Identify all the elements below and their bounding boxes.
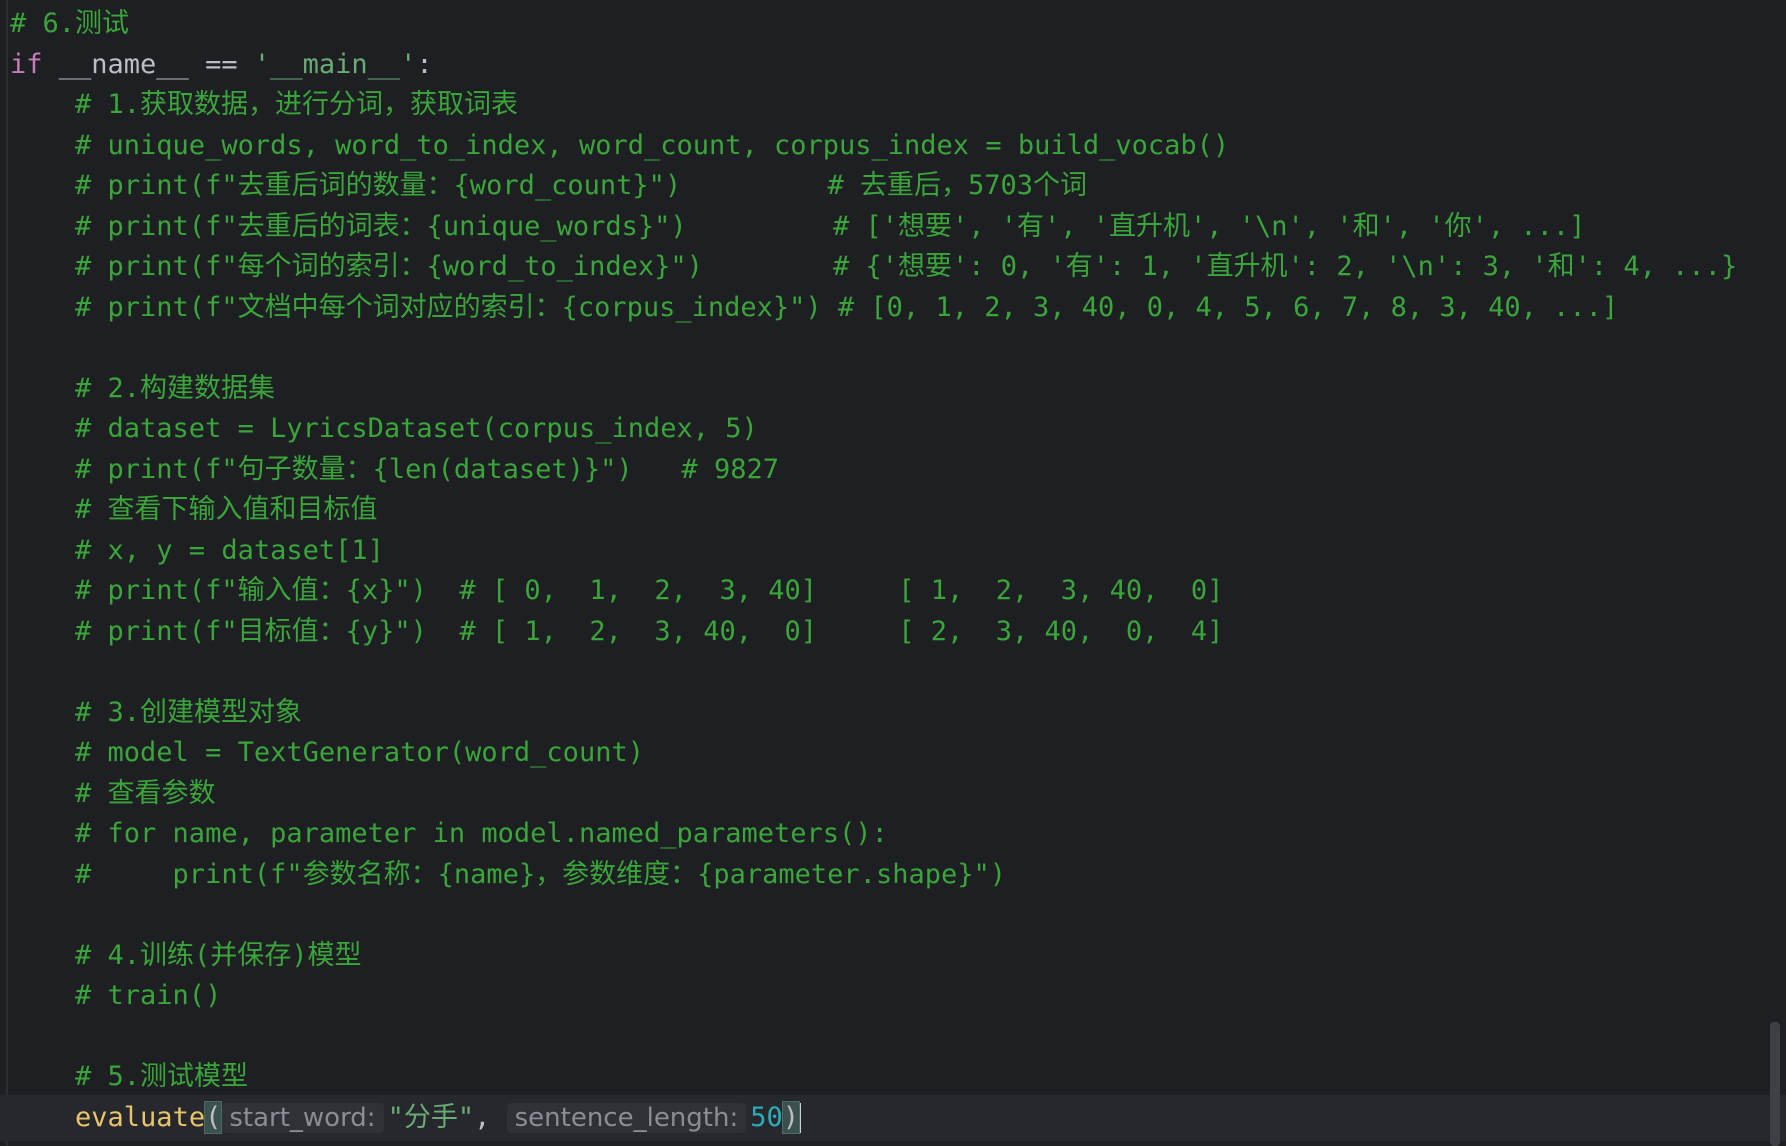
comment-text: # print(f"目标值：{y}") # [ 1, 2, 3, 40, 0] … bbox=[10, 615, 1224, 647]
code-line[interactable]: # unique_words, word_to_index, word_coun… bbox=[10, 126, 1229, 166]
comment-text: # print(f"去重后的词表：{unique_words}") # ['想要… bbox=[10, 210, 1586, 242]
comment-text: # 2.构建数据集 bbox=[10, 372, 276, 404]
code-line[interactable]: # 1.获取数据，进行分词，获取词表 bbox=[10, 85, 518, 125]
code-line[interactable]: # 查看参数 bbox=[10, 774, 216, 814]
code-line[interactable]: # dataset = LyricsDataset(corpus_index, … bbox=[10, 409, 758, 449]
param-hint-start-word: start_word: bbox=[221, 1102, 384, 1133]
text-caret bbox=[799, 1103, 802, 1133]
comment-text: # 6.测试 bbox=[10, 8, 130, 39]
code-line[interactable]: # print(f"句子数量：{len(dataset)}") # 9827 bbox=[10, 450, 779, 490]
code-line[interactable]: # 4.训练(并保存)模型 bbox=[10, 936, 362, 976]
vertical-scrollbar[interactable] bbox=[1770, 1022, 1780, 1146]
comment-text: # print(f"句子数量：{len(dataset)}") # 9827 bbox=[10, 453, 779, 485]
code-line[interactable]: # 6.测试 bbox=[10, 4, 129, 44]
comment-text: # 查看下输入值和目标值 bbox=[10, 494, 378, 525]
comment-text: # 4.训练(并保存)模型 bbox=[10, 939, 362, 971]
close-paren: ) bbox=[781, 1100, 801, 1134]
arg-sentence-length: 50 bbox=[750, 1101, 783, 1133]
code-line[interactable]: # print(f"输入值：{x}") # [ 0, 1, 2, 3, 40] … bbox=[10, 571, 1223, 611]
colon: : bbox=[416, 48, 433, 80]
comment-text: # print(f"每个词的索引：{word_to_index}") # {'想… bbox=[10, 251, 1738, 282]
code-line[interactable]: # for name, parameter in model.named_par… bbox=[10, 814, 888, 854]
code-line[interactable]: # print(f"去重后词的数量：{word_count}") # 去重后，5… bbox=[10, 166, 1087, 206]
code-line[interactable]: # print(f"参数名称：{name}，参数维度：{parameter.sh… bbox=[10, 855, 1006, 895]
comment-text: # model = TextGenerator(word_count) bbox=[10, 737, 644, 768]
code-line[interactable]: # model = TextGenerator(word_count) bbox=[10, 733, 644, 773]
comment-text: # 3.创建模型对象 bbox=[10, 696, 303, 728]
keyword-if: if bbox=[10, 48, 43, 80]
code-line[interactable]: # 2.构建数据集 bbox=[10, 369, 275, 409]
code-line[interactable]: evaluate(start_word: "分手", sentence_lengt… bbox=[10, 1098, 802, 1138]
comment-text: # train() bbox=[10, 980, 222, 1011]
code-line[interactable]: # print(f"目标值：{y}") # [ 1, 2, 3, 40, 0] … bbox=[10, 612, 1223, 652]
comment-text: # dataset = LyricsDataset(corpus_index, … bbox=[10, 413, 758, 444]
code-line[interactable]: # print(f"每个词的索引：{word_to_index}") # {'想… bbox=[10, 247, 1737, 287]
code-line[interactable]: # print(f"去重后的词表：{unique_words}") # ['想要… bbox=[10, 207, 1585, 247]
comment-text: # 1.获取数据，进行分词，获取词表 bbox=[10, 89, 519, 120]
arg-start-word: "分手" bbox=[387, 1101, 475, 1133]
code-line[interactable]: # print(f"文档中每个词对应的索引：{corpus_index}") #… bbox=[10, 288, 1618, 328]
code-line[interactable]: # x, y = dataset[1] bbox=[10, 531, 384, 571]
code-line[interactable]: if __name__ == '__main__': bbox=[10, 45, 433, 85]
code-line[interactable]: # train() bbox=[10, 976, 221, 1016]
open-paren: ( bbox=[204, 1100, 223, 1134]
code-editor[interactable]: # 6.测试 if __name__ == '__main__': # 1.获取数… bbox=[0, 0, 1786, 1146]
comment-text: # print(f"文档中每个词对应的索引：{corpus_index}") #… bbox=[10, 291, 1619, 323]
comma: , bbox=[474, 1101, 507, 1133]
dunder-name: __name__ == bbox=[42, 48, 254, 80]
comment-text: # x, y = dataset[1] bbox=[10, 534, 384, 566]
comment-text: # print(f"去重后词的数量：{word_count}") # 去重后，5… bbox=[10, 170, 1087, 201]
function-name: evaluate bbox=[75, 1101, 206, 1133]
param-hint-sentence-length: sentence_length: bbox=[506, 1102, 747, 1133]
comment-text: # print(f"参数名称：{name}，参数维度：{parameter.sh… bbox=[10, 858, 1006, 890]
code-line[interactable]: # 5.测试模型 bbox=[10, 1057, 248, 1097]
code-line[interactable]: # 3.创建模型对象 bbox=[10, 693, 302, 733]
comment-text: # 5.测试模型 bbox=[10, 1061, 249, 1092]
comment-text: # for name, parameter in model.named_par… bbox=[10, 818, 888, 849]
comment-text: # unique_words, word_to_index, word_coun… bbox=[10, 129, 1230, 161]
main-string: '__main__' bbox=[253, 48, 417, 80]
code-line[interactable]: # 查看下输入值和目标值 bbox=[10, 490, 378, 530]
editor-gutter-border bbox=[6, 0, 8, 1146]
comment-text: # print(f"输入值：{x}") # [ 0, 1, 2, 3, 40] … bbox=[10, 575, 1224, 606]
comment-text: # 查看参数 bbox=[10, 777, 216, 809]
